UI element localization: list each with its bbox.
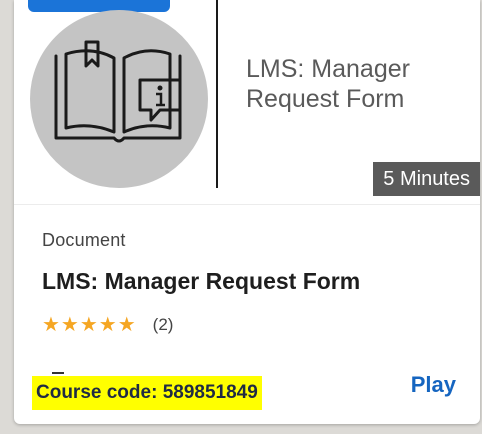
course-card[interactable]: LMS: Manager Request Form 5 Minutes Docu… bbox=[14, 0, 480, 424]
star-rating-icons: ★★★★★ bbox=[42, 314, 137, 336]
course-title[interactable]: LMS: Manager Request Form bbox=[42, 268, 360, 295]
thumbnail-circle bbox=[30, 10, 208, 188]
review-count: (2) bbox=[152, 314, 174, 334]
course-code: Course code: 589851849 bbox=[32, 376, 262, 410]
card-body: Document LMS: Manager Request Form ★★★★★… bbox=[14, 204, 480, 424]
rating: ★★★★★ (2) bbox=[42, 312, 173, 337]
content-type-label: Document bbox=[42, 230, 126, 250]
thumbnail-title: LMS: Manager Request Form bbox=[246, 54, 466, 114]
duration-badge: 5 Minutes bbox=[373, 162, 480, 196]
book-info-icon bbox=[54, 40, 182, 143]
play-button[interactable]: Play bbox=[411, 372, 456, 398]
card-thumbnail[interactable]: LMS: Manager Request Form 5 Minutes bbox=[14, 0, 480, 205]
thumbnail-title-line: LMS: Manager Request Form bbox=[246, 55, 410, 113]
thumbnail-divider bbox=[216, 0, 218, 188]
